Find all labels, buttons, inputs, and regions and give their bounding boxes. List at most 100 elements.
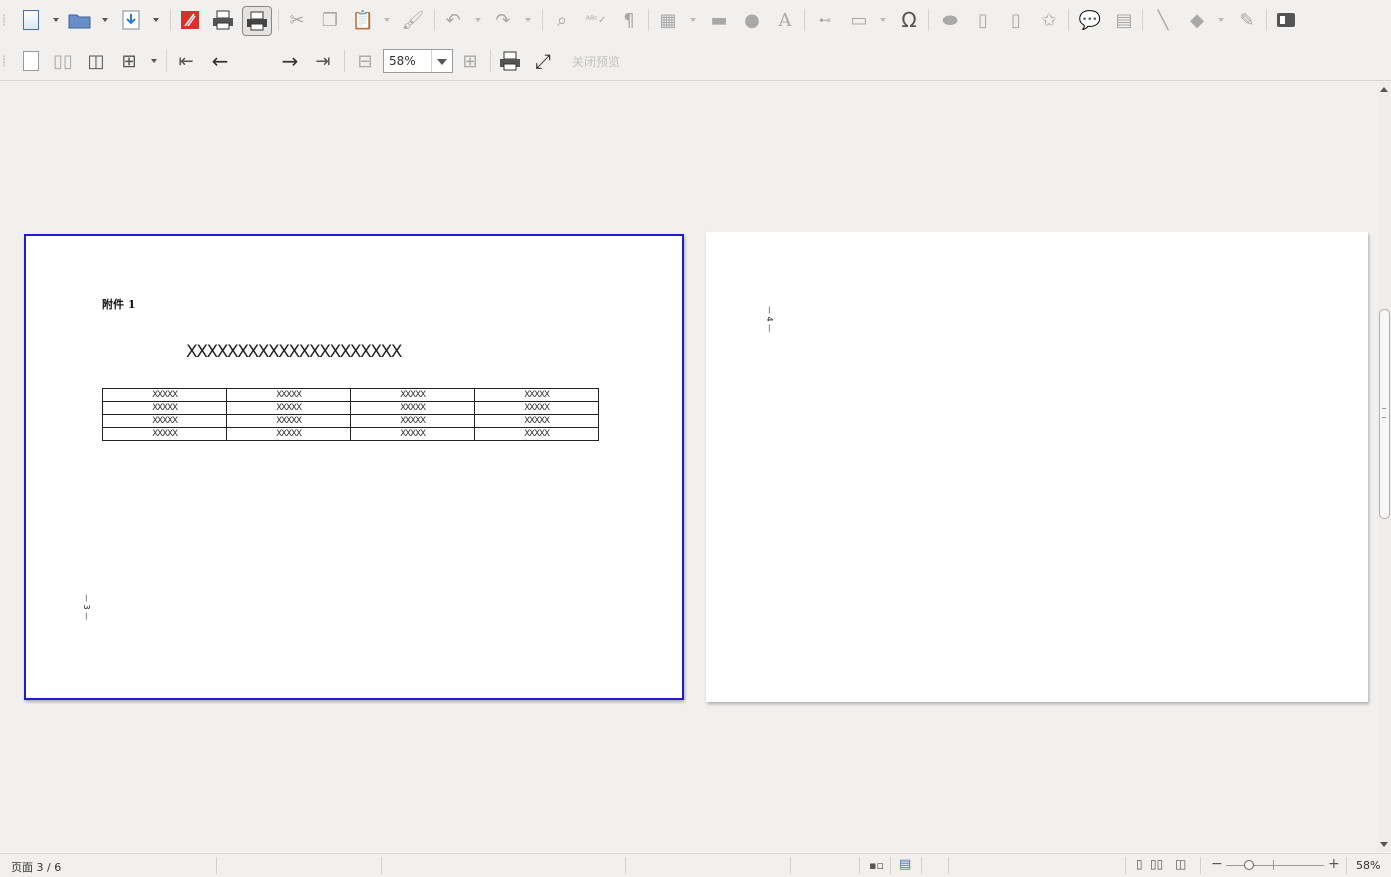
open-folder-icon[interactable] [67,7,93,33]
paste-icon[interactable]: 📋 [350,7,376,33]
table-cell: XXXXX [102,401,227,415]
page-title: XXXXXXXXXXXXXXXXXXXXX [186,342,403,362]
print-preview-icon[interactable] [242,6,272,36]
book-view-icon[interactable]: ◫ [1175,857,1186,871]
endnote-icon[interactable]: ▯ [1003,7,1029,33]
save-dropdown[interactable] [153,18,159,22]
table-cell: XXXXX [474,427,599,441]
multi-page-view-icon[interactable]: ▯▯ [1150,857,1163,871]
table-cell: XXXXX [102,388,227,402]
chevron-down-icon[interactable] [431,50,452,72]
cross-reference-icon[interactable]: ▭ [846,7,872,33]
last-page-icon[interactable]: ⇥ [310,48,336,74]
table-row: XXXXX XXXXX XXXXX XXXXX [102,401,599,415]
toolbar-grip[interactable] [3,14,5,26]
attachment-label: 附件 1 [102,298,136,311]
formatting-marks-icon[interactable]: ¶ [616,7,642,33]
save-icon[interactable] [118,7,144,33]
table-cell: XXXXX [474,401,599,415]
scrollbar-grip [1382,408,1386,418]
preview-page-right[interactable]: — 4 — [706,232,1368,702]
line-icon[interactable]: ╲ [1150,7,1176,33]
hyperlink-icon[interactable]: ⬬ [937,7,963,33]
image-icon[interactable]: ▬ [706,7,732,33]
full-screen-icon[interactable]: ⤢ [530,48,556,74]
zoom-in-icon[interactable]: + [1328,856,1340,872]
first-page-icon[interactable]: ⇤ [173,48,199,74]
open-dropdown[interactable] [102,18,108,22]
page-count-status[interactable]: 页面 3 / 6 [11,859,61,875]
table-cell: XXXXX [350,401,475,415]
table-row: XXXXX XXXXX XXXXX XXXXX [102,427,599,441]
draw-icon[interactable]: ✎ [1234,7,1260,33]
cut-icon[interactable]: ✂ [284,7,310,33]
undo-dropdown[interactable] [475,18,481,22]
footnote-icon[interactable]: ▯ [970,7,996,33]
table-cell: XXXXX [226,427,351,441]
new-document-icon[interactable] [18,7,44,33]
table-cell: XXXXX [350,388,475,402]
table-cell: XXXXX [350,427,475,441]
vertical-scrollbar[interactable] [1378,82,1391,852]
special-character-icon[interactable]: Ω [896,7,922,33]
single-page-icon[interactable] [17,48,43,74]
table-cell: XXXXX [102,414,227,428]
previous-page-icon[interactable]: ← [207,48,233,74]
document-modified-icon[interactable]: ▤ [899,857,911,872]
bookmark-icon[interactable]: ✩ [1036,7,1062,33]
redo-icon[interactable]: ↷ [490,7,516,33]
zoom-slider[interactable] [1226,865,1324,866]
field-icon[interactable]: ⊷ [812,7,838,33]
two-pages-icon[interactable]: ▯▯ [50,48,76,74]
zoom-combobox[interactable]: 58% [383,49,453,73]
undo-icon[interactable]: ↶ [440,7,466,33]
preview-page-left[interactable]: 附件 1 XXXXXXXXXXXXXXXXXXXXX XXXXX XXXXX X… [24,234,684,700]
book-view-icon[interactable]: ◫ [83,48,109,74]
document-table: XXXXX XXXXX XXXXX XXXXX XXXXX XXXXX XXXX… [102,388,599,441]
scroll-down-icon[interactable] [1380,842,1388,847]
new-document-dropdown[interactable] [53,18,59,22]
comment-icon[interactable]: 💬 [1077,7,1103,33]
text-box-icon[interactable]: A [772,7,798,33]
basic-shapes-dropdown[interactable] [1218,18,1224,22]
cross-reference-dropdown[interactable] [880,18,886,22]
close-preview-button[interactable]: 关闭预览 [572,53,620,70]
status-bar: 页面 3 / 6 ▪▫ ▤ ▯ ▯▯ ◫ − + 58% [0,853,1391,877]
single-page-view-icon[interactable]: ▯ [1136,857,1143,871]
toggle-sidebar-icon[interactable] [1273,7,1299,33]
zoom-in-icon[interactable]: ⊞ [457,48,483,74]
standard-toolbar: ✂ ❐ 📋 🖌 ↶ ↷ ⌕ ᴬᴮᶜ✓ ¶ ▦ ▬ ● A ⊷ ▭ Ω ⬬ ▯ ▯… [0,0,1391,40]
paste-dropdown[interactable] [384,18,390,22]
track-changes-icon[interactable]: ▤ [1111,7,1137,33]
zoom-out-icon[interactable]: ⊟ [352,48,378,74]
spellcheck-icon[interactable]: ᴬᴮᶜ✓ [583,7,609,33]
export-pdf-icon[interactable] [177,7,203,33]
table-dropdown[interactable] [690,18,696,22]
find-replace-icon[interactable]: ⌕ [549,7,575,33]
table-cell: XXXXX [474,414,599,428]
multi-page-dropdown[interactable] [151,59,157,63]
print-icon[interactable] [210,7,236,33]
table-cell: XXXXX [350,414,475,428]
table-cell: XXXXX [226,401,351,415]
print-icon[interactable] [497,48,523,74]
table-row: XXXXX XXXXX XXXXX XXXXX [102,388,599,402]
page-number: — 3 — [82,594,91,621]
toolbar-grip[interactable] [3,55,5,67]
zoom-percentage[interactable]: 58% [1356,859,1380,872]
table-icon[interactable]: ▦ [655,7,681,33]
clone-formatting-icon[interactable]: 🖌 [400,7,426,33]
zoom-slider-knob[interactable] [1244,860,1254,870]
multi-page-icon[interactable]: ⊞ [116,48,142,74]
print-preview-toolbar: ▯▯ ◫ ⊞ ⇤ ← → ⇥ ⊟ 58% ⊞ ⤢ 关闭预览 [0,41,1391,113]
next-page-icon[interactable]: → [277,48,303,74]
basic-shapes-icon[interactable]: ◆ [1184,7,1210,33]
chart-icon[interactable]: ● [739,7,765,33]
redo-dropdown[interactable] [525,18,531,22]
selection-mode-icon[interactable]: ▪▫ [869,859,884,872]
zoom-out-icon[interactable]: − [1211,856,1223,872]
table-cell: XXXXX [226,414,351,428]
print-preview-area[interactable]: 附件 1 XXXXXXXXXXXXXXXXXXXXX XXXXX XXXXX X… [0,82,1378,852]
scroll-up-icon[interactable] [1380,87,1388,92]
copy-icon[interactable]: ❐ [317,7,343,33]
